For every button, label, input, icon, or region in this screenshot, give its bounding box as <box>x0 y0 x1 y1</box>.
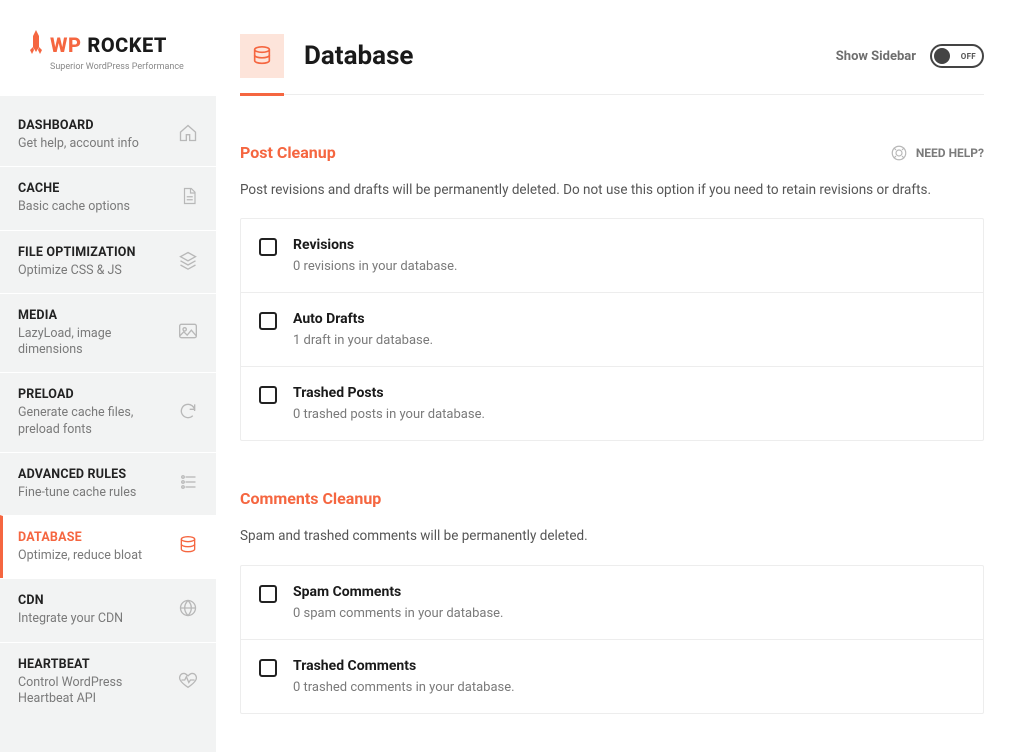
nav-sub: Optimize CSS & JS <box>18 263 170 279</box>
nav-sub: Basic cache options <box>18 199 172 215</box>
checkbox-trashed-comments[interactable] <box>259 659 277 677</box>
checkbox-trashed-posts[interactable] <box>259 386 277 404</box>
database-icon <box>178 535 198 559</box>
nav-title: FILE OPTIMIZATION <box>18 245 170 260</box>
checkbox-revisions[interactable] <box>259 238 277 256</box>
nav-sub: LazyLoad, image dimensions <box>18 326 170 359</box>
nav-item-advanced-rules[interactable]: ADVANCED RULES Fine-tune cache rules <box>0 452 216 515</box>
section-description: Spam and trashed comments will be perman… <box>240 526 984 546</box>
nav-item-preload[interactable]: PRELOAD Generate cache files, preload fo… <box>0 372 216 452</box>
nav-item-cdn[interactable]: CDN Integrate your CDN <box>0 578 216 641</box>
option-trashed-posts: Trashed Posts 0 trashed posts in your da… <box>241 367 983 440</box>
rocket-icon <box>28 30 44 60</box>
section-title: Comments Cleanup <box>240 489 381 508</box>
sidebar-nav: DASHBOARD Get help, account info CACHE B… <box>0 104 216 721</box>
section-title: Post Cleanup <box>240 143 336 162</box>
nav-item-media[interactable]: MEDIA LazyLoad, image dimensions <box>0 293 216 373</box>
nav-sub: Optimize, reduce bloat <box>18 548 170 564</box>
nav-sub: Integrate your CDN <box>18 611 170 627</box>
nav-title: CDN <box>18 593 170 608</box>
section-description: Post revisions and drafts will be perman… <box>240 180 984 200</box>
option-sub: 1 draft in your database. <box>293 333 963 348</box>
nav-title: MEDIA <box>18 308 170 323</box>
header-underline <box>240 94 984 95</box>
page-title: Database <box>304 41 413 71</box>
option-auto-drafts: Auto Drafts 1 draft in your database. <box>241 293 983 367</box>
need-help-button[interactable]: NEED HELP? <box>890 144 984 162</box>
page-header: Database Show Sidebar OFF <box>240 34 984 78</box>
option-sub: 0 trashed comments in your database. <box>293 680 963 695</box>
heartbeat-icon <box>178 671 198 693</box>
option-revisions: Revisions 0 revisions in your database. <box>241 219 983 293</box>
nav-item-cache[interactable]: CACHE Basic cache options <box>0 166 216 229</box>
need-help-label: NEED HELP? <box>916 146 984 160</box>
nav-title: CACHE <box>18 181 172 196</box>
image-icon <box>178 322 198 344</box>
nav-title: DATABASE <box>18 530 170 545</box>
nav-item-file-optimization[interactable]: FILE OPTIMIZATION Optimize CSS & JS <box>0 230 216 293</box>
nav-title: DASHBOARD <box>18 118 170 133</box>
option-title: Trashed Comments <box>293 658 963 674</box>
option-title: Revisions <box>293 237 963 253</box>
option-sub: 0 spam comments in your database. <box>293 606 963 621</box>
nav-title: HEARTBEAT <box>18 657 170 672</box>
file-icon <box>180 186 198 210</box>
option-sub: 0 revisions in your database. <box>293 259 963 274</box>
layers-icon <box>178 250 198 274</box>
brand-name-wp: WP <box>50 33 81 57</box>
brand-logo: WP ROCKET Superior WordPress Performance <box>0 0 216 96</box>
nav-sub: Generate cache files, preload fonts <box>18 405 170 438</box>
option-title: Spam Comments <box>293 584 963 600</box>
main-content: Database Show Sidebar OFF Post Cleanup N… <box>216 0 1024 752</box>
show-sidebar-toggle[interactable]: OFF <box>930 44 984 68</box>
database-page-icon <box>240 34 284 78</box>
option-sub: 0 trashed posts in your database. <box>293 407 963 422</box>
nav-item-heartbeat[interactable]: HEARTBEAT Control WordPress Heartbeat AP… <box>0 642 216 722</box>
nav-sub: Control WordPress Heartbeat API <box>18 675 170 708</box>
option-spam-comments: Spam Comments 0 spam comments in your da… <box>241 566 983 640</box>
globe-icon <box>178 598 198 622</box>
brand-name-rocket: ROCKET <box>87 33 167 57</box>
nav-sub: Get help, account info <box>18 136 170 152</box>
post-cleanup-options: Revisions 0 revisions in your database. … <box>240 218 984 441</box>
sidebar: WP ROCKET Superior WordPress Performance… <box>0 0 216 752</box>
show-sidebar-label: Show Sidebar <box>836 49 916 64</box>
option-title: Auto Drafts <box>293 311 963 327</box>
checkbox-auto-drafts[interactable] <box>259 312 277 330</box>
nav-item-database[interactable]: DATABASE Optimize, reduce bloat <box>0 515 216 578</box>
refresh-icon <box>178 401 198 425</box>
home-icon <box>178 123 198 147</box>
nav-title: ADVANCED RULES <box>18 467 170 482</box>
nav-title: PRELOAD <box>18 387 170 402</box>
sliders-icon <box>178 472 198 496</box>
toggle-state-label: OFF <box>961 52 976 61</box>
option-title: Trashed Posts <box>293 385 963 401</box>
brand-tagline: Superior WordPress Performance <box>50 62 196 72</box>
section-comments-cleanup: Comments Cleanup Spam and trashed commen… <box>240 489 984 713</box>
section-post-cleanup: Post Cleanup NEED HELP? Post revisions a… <box>240 143 984 441</box>
nav-sub: Fine-tune cache rules <box>18 485 170 501</box>
nav-item-dashboard[interactable]: DASHBOARD Get help, account info <box>0 104 216 166</box>
comments-cleanup-options: Spam Comments 0 spam comments in your da… <box>240 565 984 714</box>
option-trashed-comments: Trashed Comments 0 trashed comments in y… <box>241 640 983 713</box>
help-icon <box>890 144 908 162</box>
checkbox-spam-comments[interactable] <box>259 585 277 603</box>
